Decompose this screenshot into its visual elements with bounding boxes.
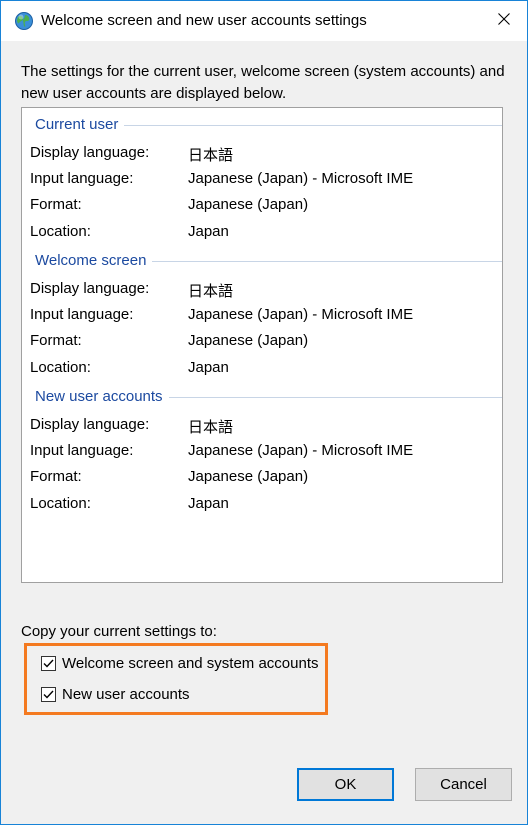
current-user-format: Japanese (Japan) xyxy=(188,196,309,213)
globe-icon xyxy=(14,11,34,31)
display-language-label: Display language: xyxy=(30,416,150,433)
ok-button[interactable]: OK xyxy=(297,768,394,801)
format-label: Format: xyxy=(30,196,82,213)
format-label: Format: xyxy=(30,332,82,349)
new-user-input-language: Japanese (Japan) - Microsoft IME xyxy=(188,442,414,459)
new-user-location: Japan xyxy=(188,495,229,512)
close-icon xyxy=(498,12,510,30)
copy-settings-label: Copy your current settings to: xyxy=(21,623,217,640)
welcome-screen-checkbox-row[interactable]: Welcome screen and system accounts xyxy=(41,654,319,672)
new-user-accounts-checkbox-label[interactable]: New user accounts xyxy=(62,686,190,703)
input-language-label: Input language: xyxy=(30,306,134,323)
current-user-input-language: Japanese (Japan) - Microsoft IME xyxy=(188,170,414,187)
welcome-screen-input-language: Japanese (Japan) - Microsoft IME xyxy=(188,306,414,323)
title-bar[interactable]: Welcome screen and new user accounts set… xyxy=(1,1,527,41)
cancel-button[interactable]: Cancel xyxy=(415,768,512,801)
section-title-current-user: Current user xyxy=(35,116,125,133)
input-language-label: Input language: xyxy=(30,170,134,187)
new-user-display-language: 日本語 xyxy=(188,419,234,436)
welcome-screen-checkbox[interactable] xyxy=(41,655,56,671)
current-user-location: Japan xyxy=(188,223,229,240)
close-button[interactable] xyxy=(481,1,527,41)
display-language-label: Display language: xyxy=(30,280,150,297)
welcome-screen-location: Japan xyxy=(188,359,229,376)
new-user-accounts-checkbox-row[interactable]: New user accounts xyxy=(41,685,190,703)
location-label: Location: xyxy=(30,495,91,512)
new-user-accounts-checkbox[interactable] xyxy=(41,686,56,702)
intro-text: The settings for the current user, welco… xyxy=(21,63,505,102)
section-title-new-user-accounts: New user accounts xyxy=(35,388,169,405)
new-user-format: Japanese (Japan) xyxy=(188,468,309,485)
settings-dialog: Welcome screen and new user accounts set… xyxy=(0,0,528,825)
checkmark-icon xyxy=(43,659,54,668)
welcome-screen-checkbox-label[interactable]: Welcome screen and system accounts xyxy=(62,655,319,672)
input-language-label: Input language: xyxy=(30,442,134,459)
display-language-label: Display language: xyxy=(30,144,150,161)
location-label: Location: xyxy=(30,359,91,376)
format-label: Format: xyxy=(30,468,82,485)
checkmark-icon xyxy=(43,690,54,699)
welcome-screen-format: Japanese (Japan) xyxy=(188,332,309,349)
settings-summary-panel: Current user Display language: 日本語 Input… xyxy=(21,107,503,583)
window-title: Welcome screen and new user accounts set… xyxy=(41,12,367,29)
welcome-screen-display-language: 日本語 xyxy=(188,283,234,300)
section-title-welcome-screen: Welcome screen xyxy=(35,252,153,269)
location-label: Location: xyxy=(30,223,91,240)
current-user-display-language: 日本語 xyxy=(188,147,234,164)
